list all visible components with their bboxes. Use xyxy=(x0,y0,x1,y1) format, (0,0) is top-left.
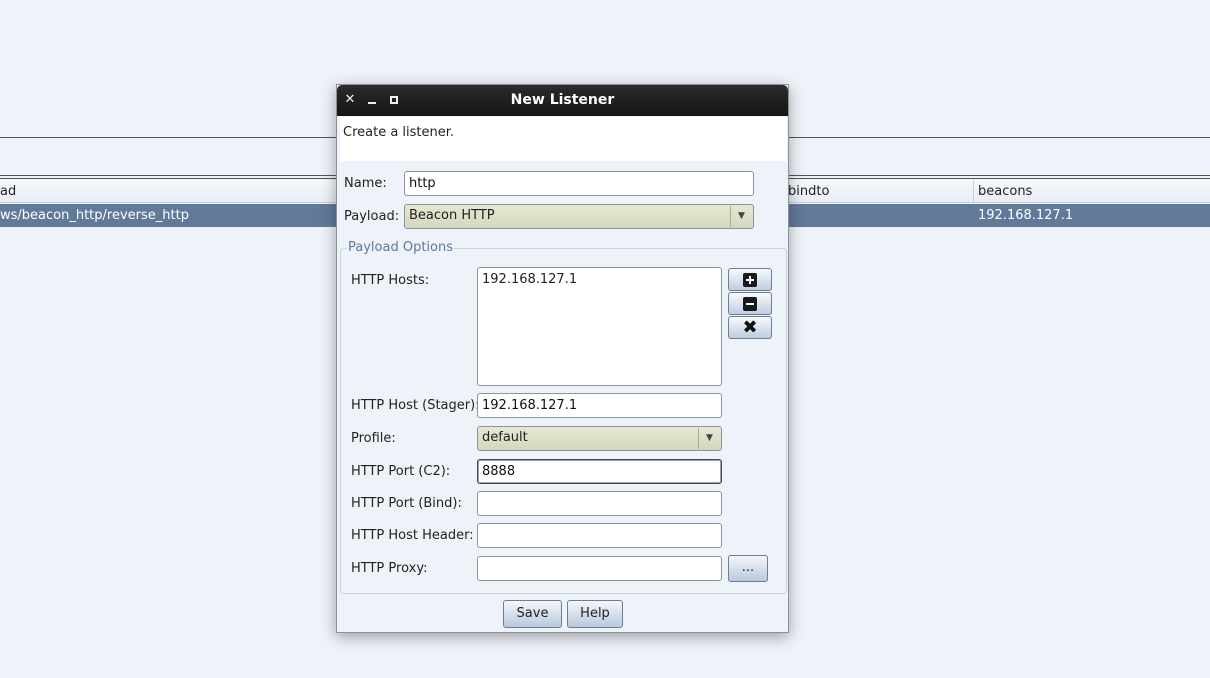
profile-label: Profile: xyxy=(351,431,396,446)
port-c2-input[interactable] xyxy=(477,459,722,484)
http-hosts-list[interactable]: 192.168.127.1 xyxy=(477,267,722,386)
http-hosts-label: HTTP Hosts: xyxy=(351,273,430,288)
payload-options-title: Payload Options xyxy=(347,240,454,255)
host-header-label: HTTP Host Header: xyxy=(351,528,474,543)
column-separator[interactable] xyxy=(973,180,974,203)
save-button[interactable]: Save xyxy=(503,600,562,628)
port-bind-label: HTTP Port (Bind): xyxy=(351,496,462,511)
profile-select-value: default xyxy=(482,430,528,445)
name-input[interactable] xyxy=(404,171,754,196)
clear-hosts-button[interactable]: ✖ xyxy=(728,316,772,339)
proxy-label: HTTP Proxy: xyxy=(351,561,428,576)
column-header-beacons[interactable]: beacons xyxy=(978,184,1032,199)
chevron-down-icon[interactable]: ▼ xyxy=(730,206,752,227)
column-header-bindto[interactable]: bindto xyxy=(788,184,829,199)
port-c2-label: HTTP Port (C2): xyxy=(351,464,451,479)
chevron-down-icon[interactable]: ▼ xyxy=(698,428,720,449)
x-icon: ✖ xyxy=(742,316,758,338)
payload-select[interactable]: Beacon HTTP ▼ xyxy=(404,204,754,229)
payload-label: Payload: xyxy=(344,209,400,224)
proxy-input[interactable] xyxy=(477,556,722,581)
column-header-payload[interactable]: ad xyxy=(0,184,16,199)
help-button[interactable]: Help xyxy=(567,600,623,628)
row-beacons: 192.168.127.1 xyxy=(978,208,1074,223)
port-bind-input[interactable] xyxy=(477,491,722,516)
row-payload: ws/beacon_http/reverse_http xyxy=(0,208,189,223)
name-label: Name: xyxy=(344,176,387,191)
dialog-description: Create a listener. xyxy=(340,117,787,161)
host-header-input[interactable] xyxy=(477,523,722,548)
dialog-title: New Listener xyxy=(510,92,615,108)
proxy-settings-button[interactable]: ... xyxy=(728,555,768,582)
title-bar[interactable]: ✕ New Listener xyxy=(337,85,788,116)
profile-select[interactable]: default ▼ xyxy=(477,426,722,451)
stager-label: HTTP Host (Stager): xyxy=(351,398,480,413)
stager-input[interactable] xyxy=(477,393,722,418)
remove-host-button[interactable] xyxy=(728,292,772,315)
payload-select-value: Beacon HTTP xyxy=(409,208,495,223)
minus-icon xyxy=(743,296,757,311)
new-listener-dialog: ✕ New Listener Create a listener. Name: … xyxy=(336,84,789,633)
plus-icon xyxy=(743,272,757,287)
list-item[interactable]: 192.168.127.1 xyxy=(482,272,717,287)
add-host-button[interactable] xyxy=(728,268,772,291)
